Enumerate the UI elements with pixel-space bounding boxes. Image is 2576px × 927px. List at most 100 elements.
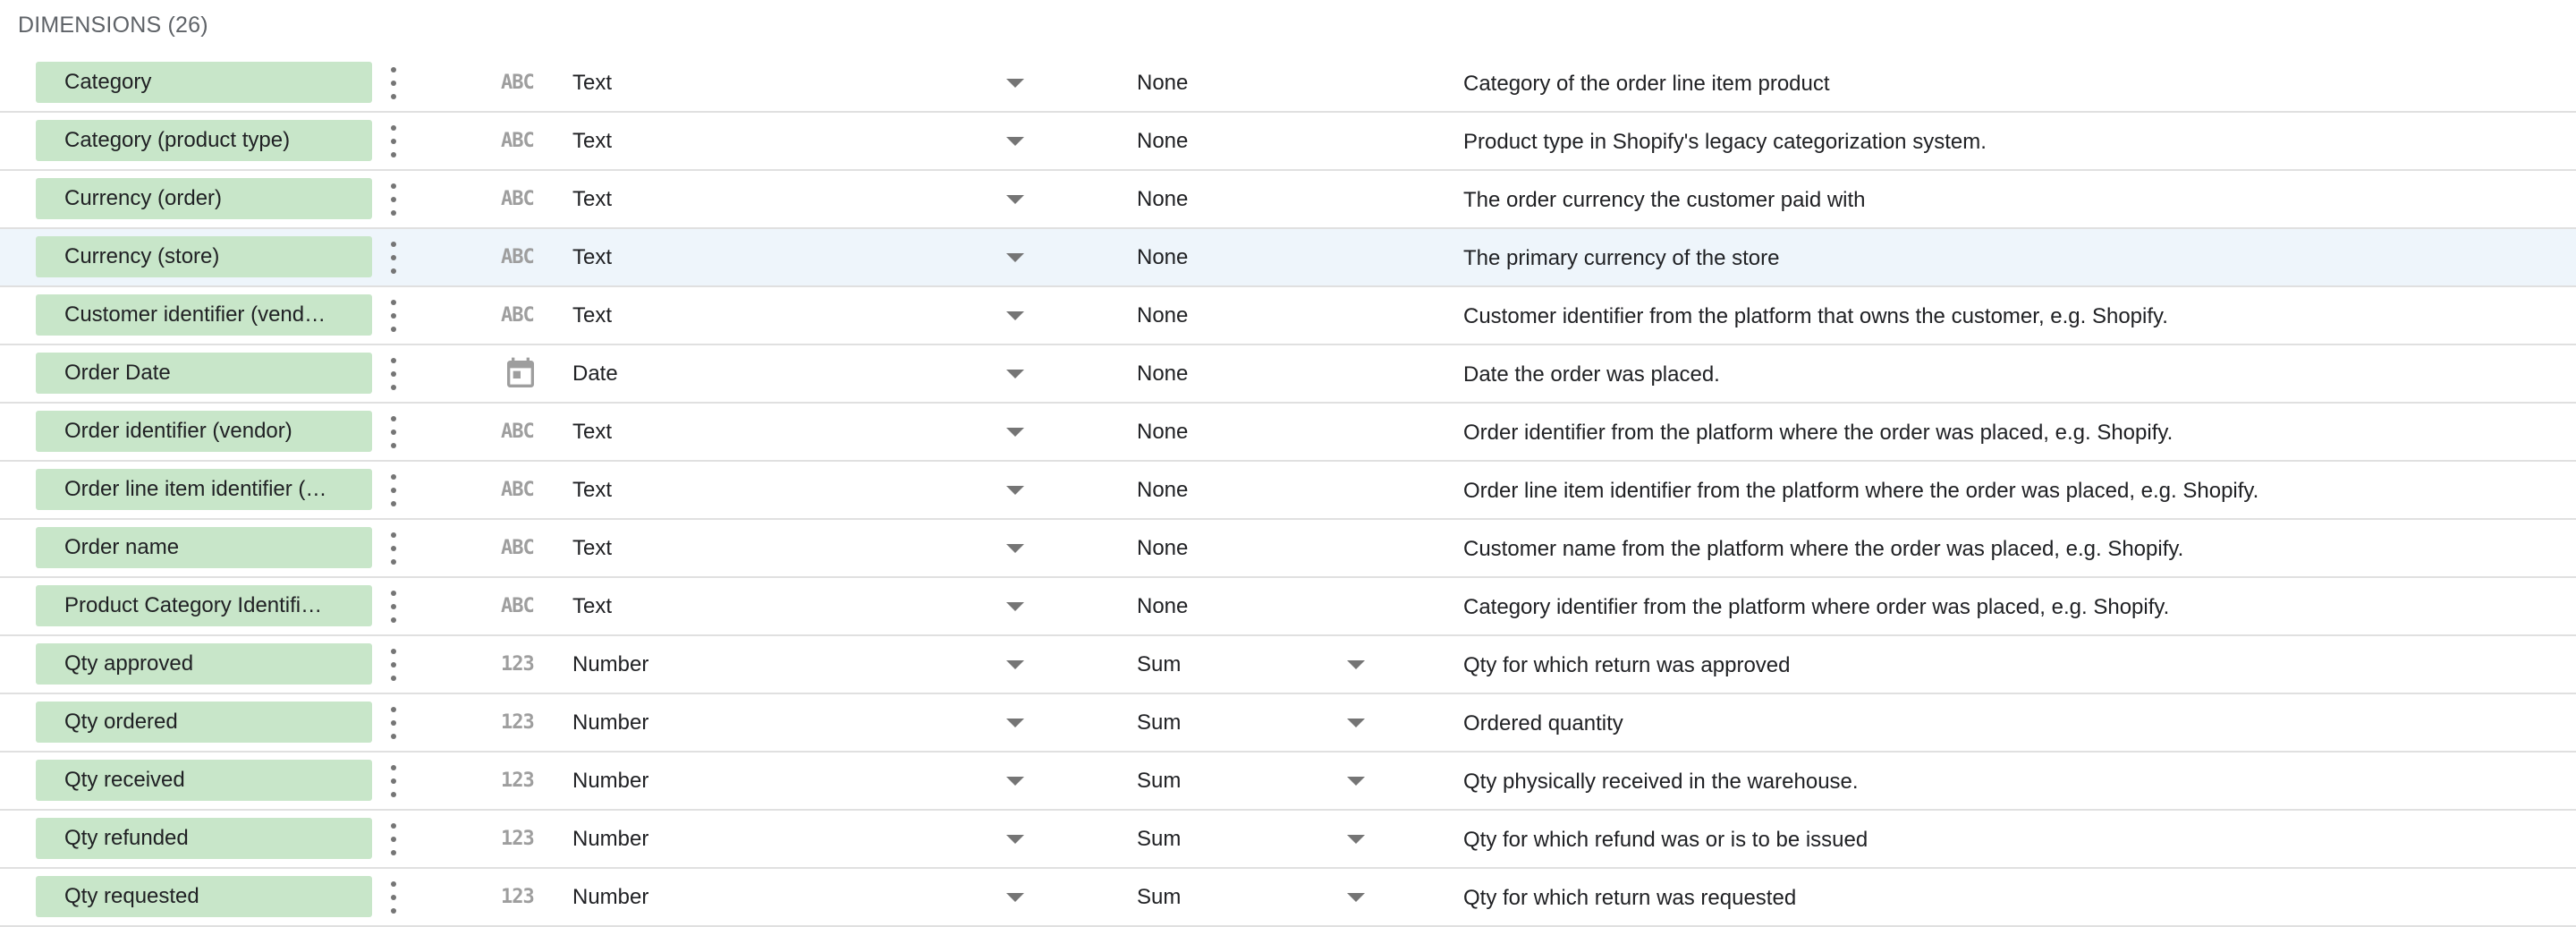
type-dropdown-caret-icon[interactable] bbox=[1006, 602, 1024, 611]
field-name-chip[interactable]: Qty requested bbox=[36, 876, 372, 917]
field-description[interactable]: Ordered quantity bbox=[1463, 694, 1623, 753]
field-description[interactable]: Qty for which return was approved bbox=[1463, 636, 1791, 694]
field-name-chip[interactable]: Qty ordered bbox=[36, 702, 372, 743]
dimension-row[interactable]: Qty refunded 123 Number Sum Qty for which re… bbox=[0, 811, 2576, 869]
type-dropdown-caret-icon[interactable] bbox=[1006, 835, 1024, 844]
dimension-row[interactable]: Order identifier (vendor) ABC Text None Orde… bbox=[0, 404, 2576, 462]
type-dropdown-caret-icon[interactable] bbox=[1006, 79, 1024, 88]
more-options-icon[interactable] bbox=[385, 591, 402, 623]
aggregation-select[interactable]: Sum bbox=[1137, 811, 1181, 867]
aggregation-select[interactable]: Sum bbox=[1137, 753, 1181, 809]
field-type-select[interactable]: Text bbox=[572, 404, 612, 460]
dimension-row[interactable]: Category (product type) ABC Text None Produc… bbox=[0, 113, 2576, 171]
field-type-select[interactable]: Number bbox=[572, 869, 648, 925]
field-description[interactable]: Qty for which return was requested bbox=[1463, 869, 1796, 927]
dimension-row[interactable]: Order line item identifier (… ABC Text None… bbox=[0, 462, 2576, 520]
field-name-chip[interactable]: Qty refunded bbox=[36, 818, 372, 859]
field-type-select[interactable]: Number bbox=[572, 636, 648, 693]
more-options-icon[interactable] bbox=[385, 707, 402, 739]
field-name-chip[interactable]: Order identifier (vendor) bbox=[36, 411, 372, 452]
type-dropdown-caret-icon[interactable] bbox=[1006, 428, 1024, 437]
field-name-chip[interactable]: Currency (order) bbox=[36, 178, 372, 219]
dimension-row[interactable]: Qty requested 123 Number Sum Qty for which r… bbox=[0, 869, 2576, 927]
field-name-chip[interactable]: Customer identifier (vend… bbox=[36, 294, 372, 336]
dimension-row[interactable]: Order Date Date None Date the order was pla… bbox=[0, 345, 2576, 404]
more-options-icon[interactable] bbox=[385, 67, 402, 99]
aggregation-select[interactable]: Sum bbox=[1137, 869, 1181, 925]
type-dropdown-caret-icon[interactable] bbox=[1006, 370, 1024, 378]
aggregation-dropdown-caret-icon[interactable] bbox=[1347, 835, 1365, 844]
field-description[interactable]: The order currency the customer paid wit… bbox=[1463, 171, 1866, 229]
dimension-row[interactable]: Currency (store) ABC Text None The primary c… bbox=[0, 229, 2576, 287]
field-description[interactable]: The primary currency of the store bbox=[1463, 229, 1779, 287]
type-dropdown-caret-icon[interactable] bbox=[1006, 253, 1024, 262]
field-type-select[interactable]: Text bbox=[572, 462, 612, 518]
field-name-chip[interactable]: Product Category Identifi… bbox=[36, 585, 372, 626]
dimension-row[interactable]: Product Category Identifi… ABC Text None Cat… bbox=[0, 578, 2576, 636]
field-description[interactable]: Order line item identifier from the plat… bbox=[1463, 462, 2258, 520]
more-options-icon[interactable] bbox=[385, 242, 402, 274]
more-options-icon[interactable] bbox=[385, 125, 402, 157]
type-dropdown-caret-icon[interactable] bbox=[1006, 311, 1024, 320]
field-name-chip[interactable]: Qty received bbox=[36, 760, 372, 801]
field-type-select[interactable]: Text bbox=[572, 171, 612, 227]
type-dropdown-caret-icon[interactable] bbox=[1006, 195, 1024, 204]
aggregation-dropdown-caret-icon[interactable] bbox=[1347, 893, 1365, 902]
field-name-chip[interactable]: Order name bbox=[36, 527, 372, 568]
field-name-chip[interactable]: Currency (store) bbox=[36, 236, 372, 277]
more-options-icon[interactable] bbox=[385, 649, 402, 681]
field-type-select[interactable]: Number bbox=[572, 694, 648, 751]
more-options-icon[interactable] bbox=[385, 532, 402, 565]
field-type-select[interactable]: Text bbox=[572, 520, 612, 576]
type-dropdown-caret-icon[interactable] bbox=[1006, 544, 1024, 553]
field-type-select[interactable]: Text bbox=[572, 578, 612, 634]
type-dropdown-caret-icon[interactable] bbox=[1006, 719, 1024, 727]
aggregation-select[interactable]: Sum bbox=[1137, 694, 1181, 751]
field-description[interactable]: Qty physically received in the warehouse… bbox=[1463, 753, 1859, 811]
field-description[interactable]: Qty for which refund was or is to be iss… bbox=[1463, 811, 1868, 869]
field-name-chip[interactable]: Category bbox=[36, 62, 372, 103]
field-name-chip[interactable]: Category (product type) bbox=[36, 120, 372, 161]
more-options-icon[interactable] bbox=[385, 300, 402, 332]
field-type-select[interactable]: Number bbox=[572, 753, 648, 809]
field-description[interactable]: Date the order was placed. bbox=[1463, 345, 1720, 404]
field-type-select[interactable]: Text bbox=[572, 113, 612, 169]
aggregation-select[interactable]: Sum bbox=[1137, 636, 1181, 693]
type-dropdown-caret-icon[interactable] bbox=[1006, 660, 1024, 669]
dimension-row[interactable]: Qty approved 123 Number Sum Qty for which re… bbox=[0, 636, 2576, 694]
type-dropdown-caret-icon[interactable] bbox=[1006, 486, 1024, 495]
field-name-chip[interactable]: Order line item identifier (… bbox=[36, 469, 372, 510]
field-type-select[interactable]: Date bbox=[572, 345, 618, 402]
field-type-select[interactable]: Text bbox=[572, 229, 612, 285]
field-description[interactable]: Category of the order line item product bbox=[1463, 55, 1830, 113]
field-description[interactable]: Category identifier from the platform wh… bbox=[1463, 578, 2169, 636]
field-type-select[interactable]: Number bbox=[572, 811, 648, 867]
field-name-chip[interactable]: Order Date bbox=[36, 353, 372, 394]
field-name-chip[interactable]: Qty approved bbox=[36, 643, 372, 685]
dimension-row[interactable]: Order name ABC Text None Customer name from … bbox=[0, 520, 2576, 578]
field-description[interactable]: Product type in Shopify's legacy categor… bbox=[1463, 113, 1987, 171]
field-description[interactable]: Order identifier from the platform where… bbox=[1463, 404, 2173, 462]
aggregation-dropdown-caret-icon[interactable] bbox=[1347, 777, 1365, 786]
more-options-icon[interactable] bbox=[385, 823, 402, 855]
dimension-row[interactable]: Customer identifier (vend… ABC Text None Cus… bbox=[0, 287, 2576, 345]
more-options-icon[interactable] bbox=[385, 881, 402, 914]
more-options-icon[interactable] bbox=[385, 765, 402, 797]
dimension-row[interactable]: Qty received 123 Number Sum Qty physically r… bbox=[0, 753, 2576, 811]
dimension-row[interactable]: Category ABC Text None Category of the order… bbox=[0, 55, 2576, 113]
field-description[interactable]: Customer name from the platform where th… bbox=[1463, 520, 2183, 578]
field-type-select[interactable]: Text bbox=[572, 55, 612, 111]
dimension-row[interactable]: Currency (order) ABC Text None The order cur… bbox=[0, 171, 2576, 229]
more-options-icon[interactable] bbox=[385, 474, 402, 506]
dimension-row[interactable]: Qty ordered 123 Number Sum Ordered quantity bbox=[0, 694, 2576, 753]
type-dropdown-caret-icon[interactable] bbox=[1006, 137, 1024, 146]
more-options-icon[interactable] bbox=[385, 358, 402, 390]
type-dropdown-caret-icon[interactable] bbox=[1006, 777, 1024, 786]
aggregation-dropdown-caret-icon[interactable] bbox=[1347, 719, 1365, 727]
more-options-icon[interactable] bbox=[385, 416, 402, 448]
type-dropdown-caret-icon[interactable] bbox=[1006, 893, 1024, 902]
field-description[interactable]: Customer identifier from the platform th… bbox=[1463, 287, 2168, 345]
field-type-select[interactable]: Text bbox=[572, 287, 612, 344]
more-options-icon[interactable] bbox=[385, 183, 402, 216]
aggregation-dropdown-caret-icon[interactable] bbox=[1347, 660, 1365, 669]
